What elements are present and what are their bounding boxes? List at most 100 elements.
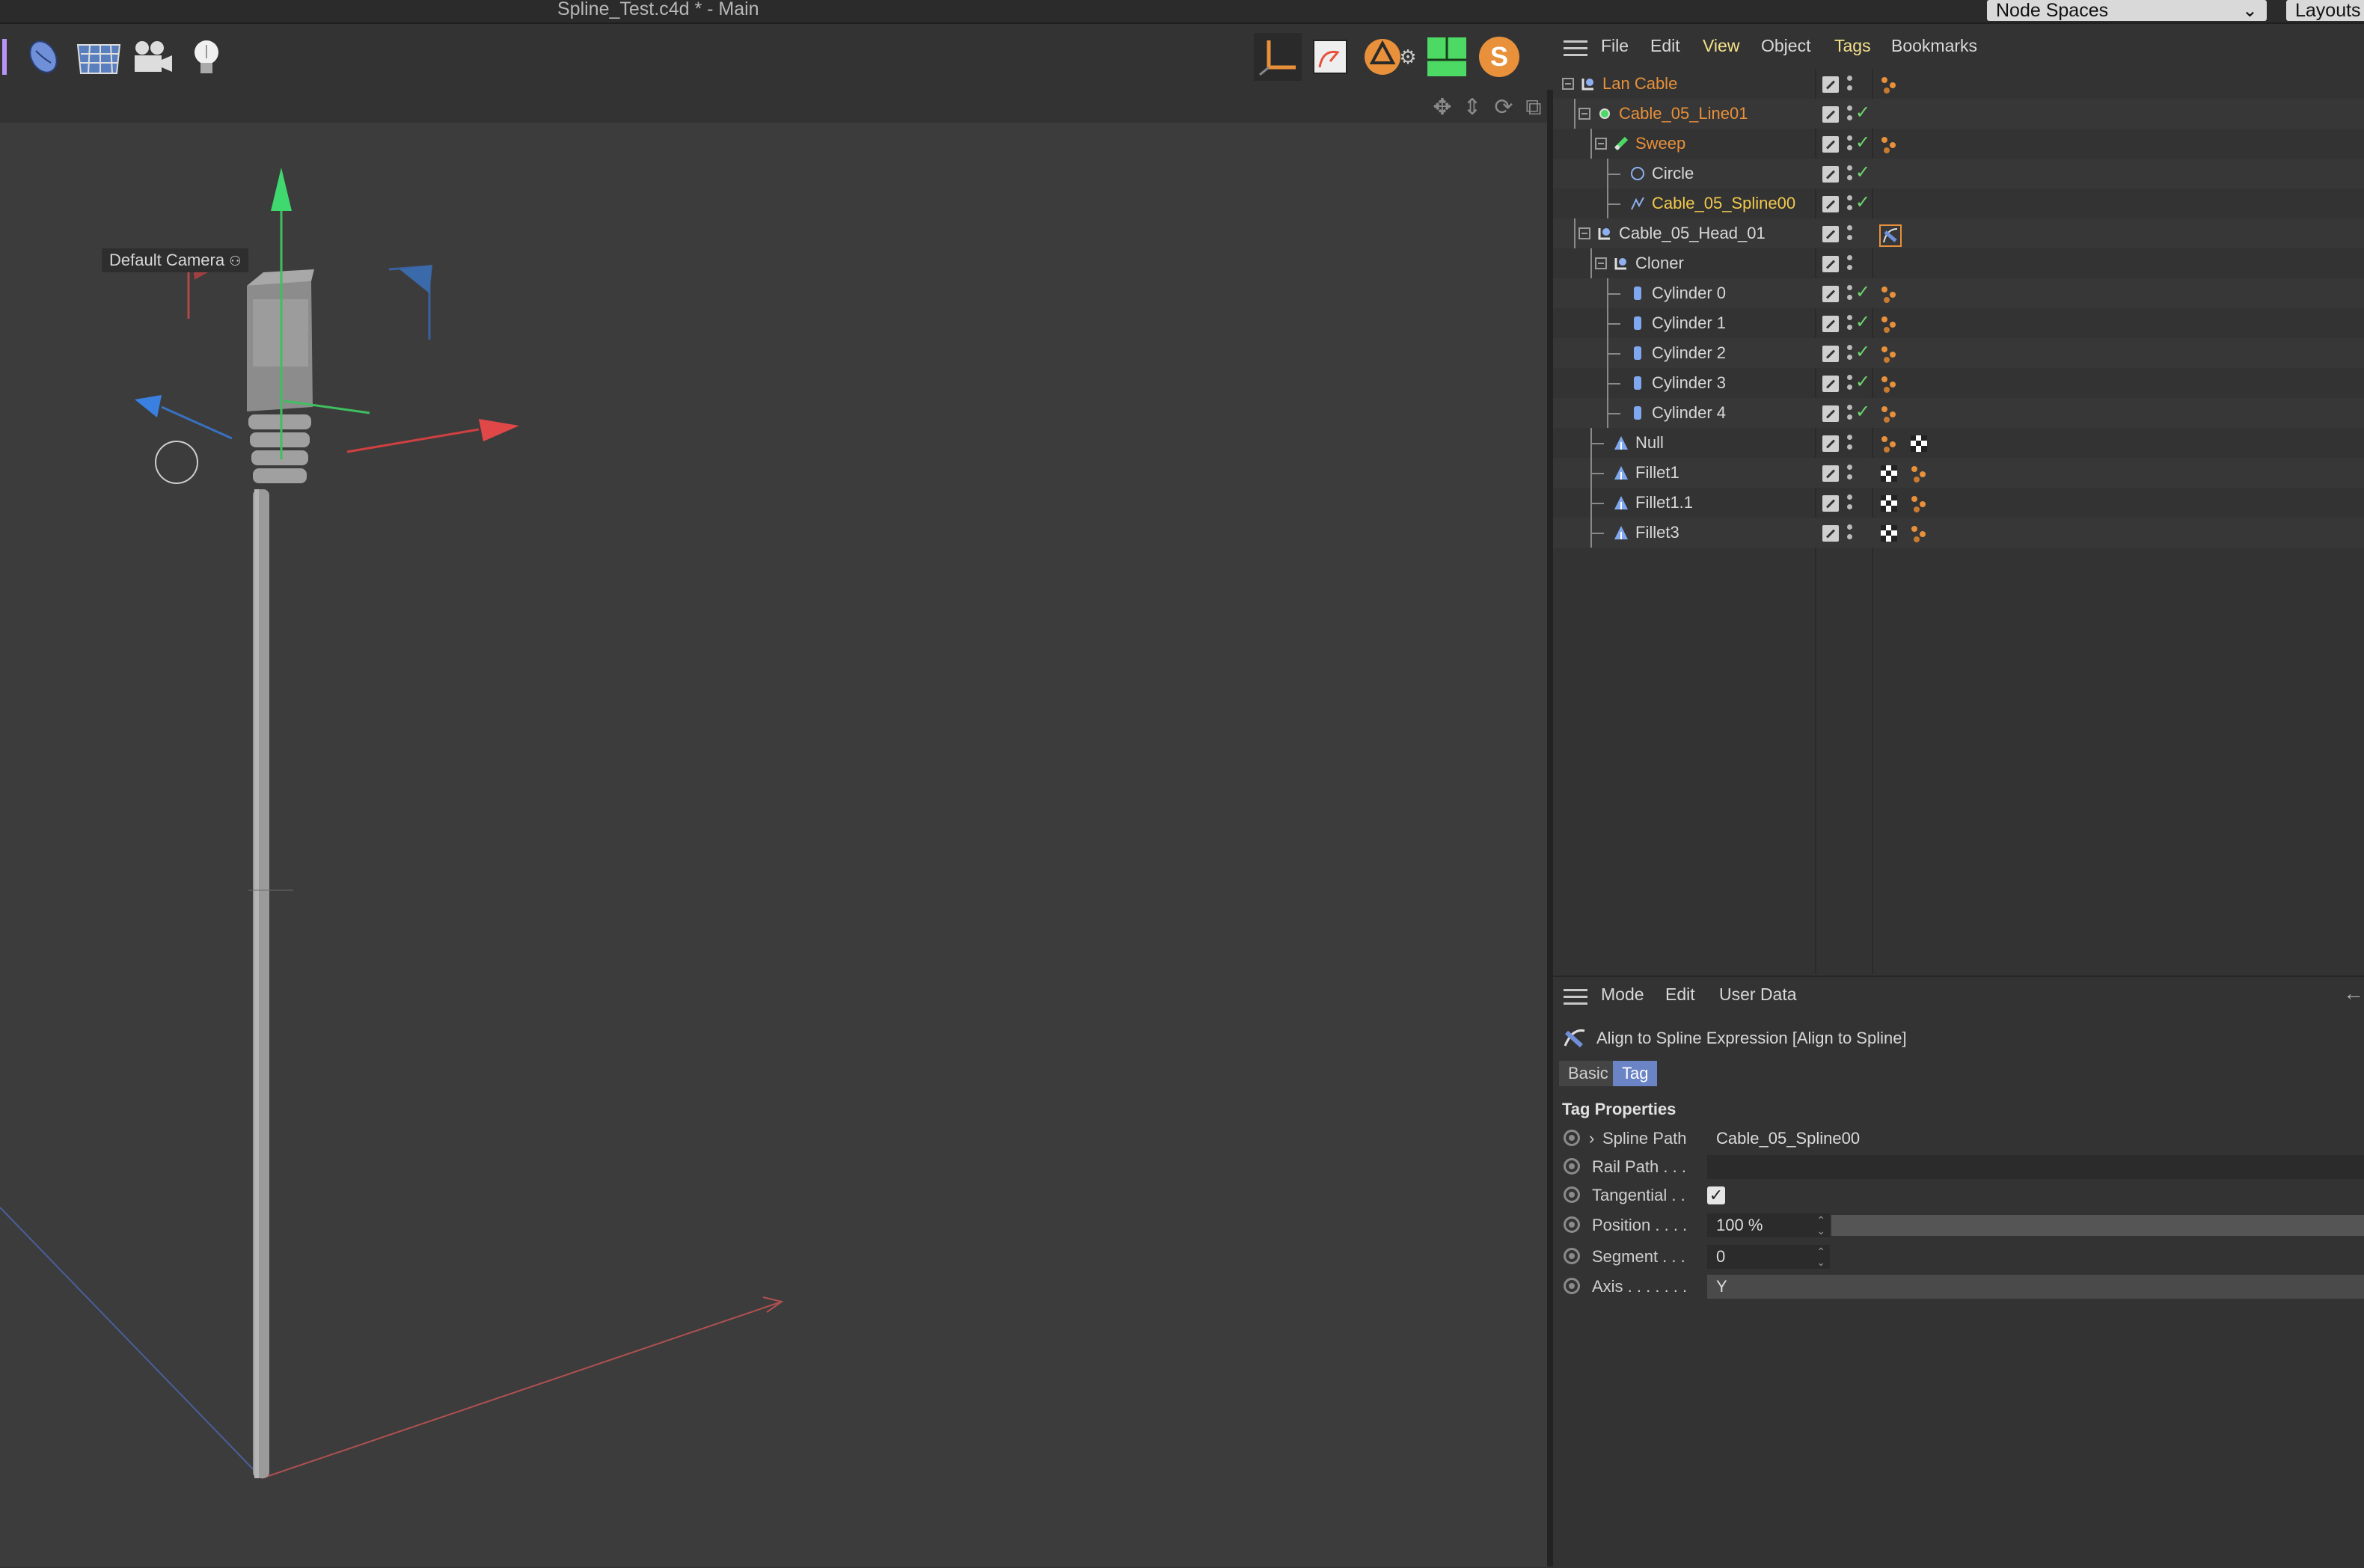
menu-object[interactable]: Object: [1761, 34, 1810, 57]
object-name[interactable]: Cable_05_Line01: [1619, 103, 1748, 124]
animate-radio-icon[interactable]: [1564, 1186, 1580, 1203]
tab-tag[interactable]: Tag: [1613, 1061, 1658, 1086]
panel-divider[interactable]: [1547, 90, 1553, 1567]
animate-radio-icon[interactable]: [1564, 1130, 1580, 1146]
object-row[interactable]: Cylinder 0 ✓: [1553, 278, 2364, 308]
object-row[interactable]: Fillet3: [1553, 518, 2364, 548]
position-field[interactable]: 100 % ⌃ ⌄: [1707, 1213, 1830, 1237]
phong-tag-icon[interactable]: [1909, 494, 1929, 513]
enabled-check-icon[interactable]: ✓: [1855, 102, 1870, 124]
visibility-dots-icon[interactable]: [1846, 404, 1852, 423]
phong-tag-icon[interactable]: [1879, 284, 1899, 304]
visibility-dots-icon[interactable]: [1846, 195, 1852, 214]
stepper-icon[interactable]: ⌃ ⌄: [1816, 1215, 1825, 1236]
gear-icon[interactable]: ⚙: [1396, 33, 1420, 81]
visibility-dots-icon[interactable]: [1846, 284, 1852, 304]
object-name[interactable]: Cylinder 1: [1652, 313, 1726, 334]
object-name[interactable]: Cable_05_Head_01: [1619, 223, 1766, 244]
align-to-spline-tag-icon[interactable]: [1879, 224, 1902, 247]
enabled-check-icon[interactable]: ✓: [1855, 371, 1870, 393]
zoom-view-icon[interactable]: ⇕: [1460, 96, 1484, 120]
object-name[interactable]: Cloner: [1635, 253, 1684, 274]
object-name[interactable]: Cylinder 2: [1652, 343, 1726, 364]
layer-toggle-icon[interactable]: [1822, 226, 1839, 242]
layer-toggle-icon[interactable]: [1822, 136, 1839, 153]
object-row[interactable]: Cloner: [1553, 248, 2364, 278]
visibility-dots-icon[interactable]: [1846, 75, 1852, 94]
move-view-icon[interactable]: ✥: [1430, 96, 1454, 120]
object-name[interactable]: Cylinder 0: [1652, 283, 1726, 304]
visibility-dots-icon[interactable]: [1846, 494, 1852, 513]
layer-toggle-icon[interactable]: [1822, 166, 1839, 183]
back-arrow-icon[interactable]: ←: [2343, 981, 2364, 1005]
layer-toggle-icon[interactable]: [1822, 346, 1839, 362]
object-name[interactable]: Circle: [1652, 163, 1694, 184]
visibility-dots-icon[interactable]: [1846, 224, 1852, 244]
enabled-check-icon[interactable]: ✓: [1855, 281, 1870, 304]
phong-tag-icon[interactable]: [1879, 135, 1899, 154]
phong-tag-icon[interactable]: [1879, 404, 1899, 423]
visibility-dots-icon[interactable]: [1846, 105, 1852, 124]
axis-dropdown[interactable]: Y: [1707, 1275, 2364, 1299]
animate-radio-icon[interactable]: [1564, 1158, 1580, 1175]
visibility-dots-icon[interactable]: [1846, 344, 1852, 364]
visibility-dots-icon[interactable]: [1846, 135, 1852, 154]
floor-tool-icon[interactable]: [75, 33, 123, 81]
collapse-toggle-icon[interactable]: [1595, 257, 1607, 269]
object-name[interactable]: Cable_05_Spline00: [1652, 193, 1795, 214]
maximize-view-icon[interactable]: ⧉: [1522, 96, 1546, 120]
collapse-toggle-icon[interactable]: [1562, 78, 1574, 90]
visibility-dots-icon[interactable]: [1846, 374, 1852, 393]
tab-basic[interactable]: Basic: [1559, 1061, 1617, 1086]
menu-bookmarks[interactable]: Bookmarks: [1891, 34, 1977, 57]
object-row[interactable]: Null: [1553, 428, 2364, 458]
material-tag-icon[interactable]: [1909, 434, 1929, 453]
light-tool-icon[interactable]: [183, 33, 230, 81]
texture-mode-icon[interactable]: [1306, 33, 1354, 81]
spline-tool-icon[interactable]: [0, 33, 12, 81]
menu-tags[interactable]: Tags: [1834, 34, 1871, 57]
object-row[interactable]: Fillet1: [1553, 458, 2364, 488]
material-tag-icon[interactable]: [1879, 524, 1899, 543]
enabled-check-icon[interactable]: ✓: [1855, 311, 1870, 334]
object-row[interactable]: Cable_05_Spline00 ✓: [1553, 189, 2364, 218]
animate-radio-icon[interactable]: [1564, 1248, 1580, 1264]
enabled-check-icon[interactable]: ✓: [1855, 192, 1870, 214]
layout-icon[interactable]: [1423, 33, 1471, 81]
object-row[interactable]: Cylinder 3 ✓: [1553, 368, 2364, 398]
visibility-dots-icon[interactable]: [1846, 434, 1852, 453]
layer-toggle-icon[interactable]: [1822, 76, 1839, 93]
layer-toggle-icon[interactable]: [1822, 196, 1839, 212]
spline-path-field[interactable]: Cable_05_Spline00: [1707, 1127, 2364, 1151]
enabled-check-icon[interactable]: ✓: [1855, 401, 1870, 423]
rail-path-field[interactable]: [1707, 1155, 2364, 1179]
stepper-icon[interactable]: ⌃ ⌄: [1816, 1246, 1825, 1267]
object-row[interactable]: Cable_05_Head_01: [1553, 218, 2364, 248]
phong-tag-icon[interactable]: [1879, 75, 1899, 94]
phong-tag-icon[interactable]: [1909, 464, 1929, 483]
layer-toggle-icon[interactable]: [1822, 106, 1839, 123]
animate-radio-icon[interactable]: [1564, 1216, 1580, 1233]
object-name[interactable]: Lan Cable: [1602, 73, 1677, 94]
layer-toggle-icon[interactable]: [1822, 256, 1839, 272]
hamburger-icon[interactable]: [1564, 40, 1587, 57]
layer-toggle-icon[interactable]: [1822, 465, 1839, 482]
object-name[interactable]: Cylinder 3: [1652, 373, 1726, 393]
layer-toggle-icon[interactable]: [1822, 405, 1839, 422]
camera-label[interactable]: Default Camera ⚇: [102, 248, 249, 272]
phong-tag-icon[interactable]: [1879, 314, 1899, 334]
phong-tag-icon[interactable]: [1879, 344, 1899, 364]
menu-mode[interactable]: Mode: [1601, 983, 1644, 1005]
visibility-dots-icon[interactable]: [1846, 524, 1852, 543]
object-row[interactable]: Cable_05_Line01 ✓: [1553, 99, 2364, 129]
position-slider[interactable]: [1831, 1215, 2364, 1236]
visibility-dots-icon[interactable]: [1846, 254, 1852, 274]
object-row[interactable]: Circle ✓: [1553, 159, 2364, 189]
collapse-toggle-icon[interactable]: [1595, 138, 1607, 150]
hamburger-icon[interactable]: [1564, 989, 1587, 1005]
tangential-checkbox[interactable]: ✓: [1707, 1186, 1725, 1204]
object-name[interactable]: Fillet3: [1635, 522, 1679, 543]
menu-edit[interactable]: Edit: [1665, 983, 1695, 1005]
s-plugin-icon[interactable]: S: [1475, 33, 1523, 81]
menu-view[interactable]: View: [1703, 34, 1739, 57]
